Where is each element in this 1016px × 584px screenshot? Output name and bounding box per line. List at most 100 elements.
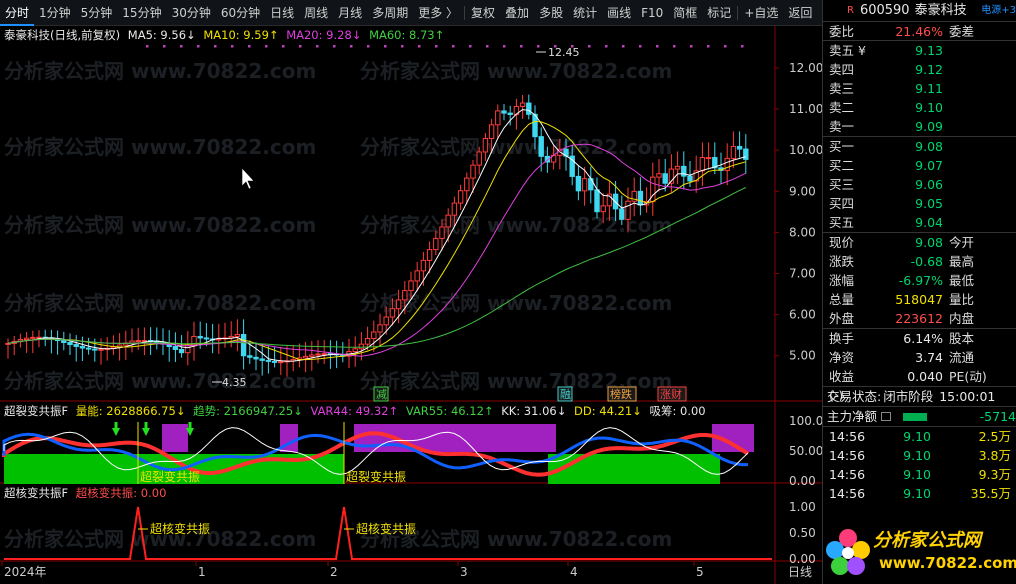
ma5-value: MA5: 9.56↓ (127, 28, 196, 42)
toolbar-item-6[interactable]: 日线 (265, 0, 299, 26)
signal-dot (265, 45, 268, 48)
candle-body (476, 151, 482, 166)
chart-title: 泰豪科技(日线,前复权) (4, 28, 121, 42)
toolbar-item-18[interactable]: 标记 (702, 0, 736, 26)
toolbar-item-4[interactable]: 30分钟 (167, 0, 216, 26)
y-tick-label: 6.00 (789, 308, 816, 322)
candle-body (470, 164, 476, 179)
ask-row-0: 卖五 ¥ 9.13 (823, 41, 1016, 60)
ind1-purple-zone (162, 424, 188, 452)
y-tick-label: 8.00 (789, 225, 816, 239)
toolbar-item-16[interactable]: F10 (636, 0, 668, 26)
signal-dot (622, 45, 625, 48)
candle-body (519, 102, 526, 107)
candle-body (271, 360, 278, 363)
candle-body (203, 337, 210, 340)
toolbar-item-11[interactable]: 复权 (466, 0, 500, 26)
toolbar-item-5[interactable]: 60分钟 (216, 0, 265, 26)
ask-row-1: 卖四 9.12 (823, 60, 1016, 79)
signal-dot (605, 45, 608, 48)
candle-body (408, 280, 414, 292)
ind2-name: 超核变共振F (4, 486, 69, 500)
candle-body (581, 178, 588, 192)
toolbar-item-17[interactable]: 简框 (668, 0, 702, 26)
ind1-purple-zone (354, 424, 556, 452)
ask-list: 卖五 ¥ 9.13 卖四 9.12 卖三 9.11 卖二 9.10 卖一 9.09 (823, 41, 1016, 136)
signal-dot (180, 45, 183, 48)
x-axis-label: 4 (570, 565, 578, 579)
ind2-label-right: 超核变共振 (356, 521, 416, 536)
candle-body (507, 112, 513, 116)
ind1-qushi: 趋势: 2166947.25↓ (193, 404, 303, 418)
toolbar-item-19[interactable]: +自选 (739, 0, 783, 26)
kline-chart-area[interactable]: 分析家公式网 www.70822.com 分析家公式网 www.70822.com… (0, 26, 822, 584)
toolbar-item-10[interactable]: 更多 〉 (413, 0, 463, 26)
x-axis-label: 2024年 (4, 565, 47, 579)
watermark-text: 分析家公式网 www.70822.com (4, 59, 316, 83)
stat-row-2-value: -6.97% (898, 273, 943, 288)
signal-dot (707, 45, 710, 48)
toolbar-item-2[interactable]: 5分钟 (76, 0, 118, 26)
y-tick-label: 10.00 (789, 143, 822, 157)
tick-time: 14:56 (829, 486, 866, 501)
tick-vol: 2.5万 (978, 429, 1011, 444)
signal-dot (673, 45, 676, 48)
stat2-row-2-label: 收益(-) (829, 369, 855, 403)
main-net-bar (903, 413, 928, 421)
candle-body (705, 157, 712, 160)
candle-body (321, 353, 327, 356)
toolbar-item-15[interactable]: 画线 (602, 0, 636, 26)
tick-row: 14:56 9.10 2.5万 (823, 427, 1016, 446)
bid-row-1-label: 买二 (829, 158, 855, 173)
ind1-liangneng: 量能: 2628866.75↓ (75, 404, 186, 418)
toolbar-item-20[interactable]: 返回 (783, 0, 817, 26)
ind2-label-left: 超核变共振 (150, 521, 210, 536)
tick-list[interactable]: 14:56 9.10 2.5万 14:56 9.10 3.8万 14:56 9.10 9.3万 1… (823, 427, 1016, 503)
stat2-row-2: 收益(-) 0.040 PE(动) (823, 367, 1016, 403)
tick-time: 14:56 (829, 429, 866, 444)
stock-header: R 600590 泰豪科技 电源+3 (823, 0, 1016, 22)
ma20-value: MA20: 9.28↓ (286, 28, 362, 42)
data-source[interactable]: 电源+3 (981, 0, 1016, 22)
toolbar-item-1[interactable]: 1分钟 (34, 0, 76, 26)
tag-label-2: 榜跌 (610, 387, 632, 401)
signal-dot (452, 45, 455, 48)
ind1-var44: VAR44: 49.32↑ (310, 404, 399, 418)
high-price-label: 12.45 (548, 46, 580, 59)
candle-body (433, 237, 439, 251)
candle-body (457, 190, 464, 204)
candle-body (364, 337, 371, 345)
tag-label-3: 涨财 (660, 387, 682, 401)
stat2-row-0-label2: 股本 (949, 331, 975, 346)
toolbar-item-8[interactable]: 月线 (333, 0, 367, 26)
ind1-label-right: 超裂变共振 (346, 469, 406, 484)
toolbar-item-9[interactable]: 多周期 (367, 0, 413, 26)
tick-price: 9.10 (903, 467, 931, 482)
bid-list: 买一 9.08 买二 9.07 买三 9.06 买四 9.05 买五 9.04 (823, 137, 1016, 232)
toolbar-item-13[interactable]: 多股 (534, 0, 568, 26)
main-net-label: 主力净额 (827, 409, 878, 424)
toolbar-item-14[interactable]: 统计 (568, 0, 602, 26)
toolbar-item-12[interactable]: 叠加 (500, 0, 534, 26)
ask-row-3: 卖二 9.10 (823, 98, 1016, 117)
ind1-green-zone (548, 454, 720, 484)
candle-body (61, 340, 67, 343)
main-legend: 泰豪科技(日线,前复权) MA5: 9.56↓ MA10: 9.59↑ MA20… (4, 27, 448, 43)
toolbar-item-7[interactable]: 周线 (299, 0, 333, 26)
bid-row-2-value: 9.06 (915, 177, 943, 192)
x-axis-label: 2 (330, 565, 338, 579)
candle-body (414, 270, 420, 282)
watermark-text: 分析家公式网 www.70822.com (360, 135, 672, 159)
toolbar-item-3[interactable]: 15分钟 (117, 0, 166, 26)
candle-body (23, 337, 30, 341)
bid-row-4: 买五 9.04 (823, 213, 1016, 232)
bid-row-4-value: 9.04 (915, 215, 943, 230)
quote-panel: R 600590 泰豪科技 电源+3 委比 21.46% 委差 卖五 ¥ 9.13… (822, 0, 1016, 584)
stat-row-0-label2: 今开 (949, 235, 975, 250)
main-net-toggle-icon[interactable] (881, 412, 892, 421)
candle-body (699, 157, 706, 172)
toolbar-item-0[interactable]: 分时 (0, 0, 35, 26)
ask-row-4-value: 9.09 (915, 119, 943, 134)
stat-row-3-label2: 量比 (949, 292, 975, 307)
signal-dot (367, 45, 370, 48)
